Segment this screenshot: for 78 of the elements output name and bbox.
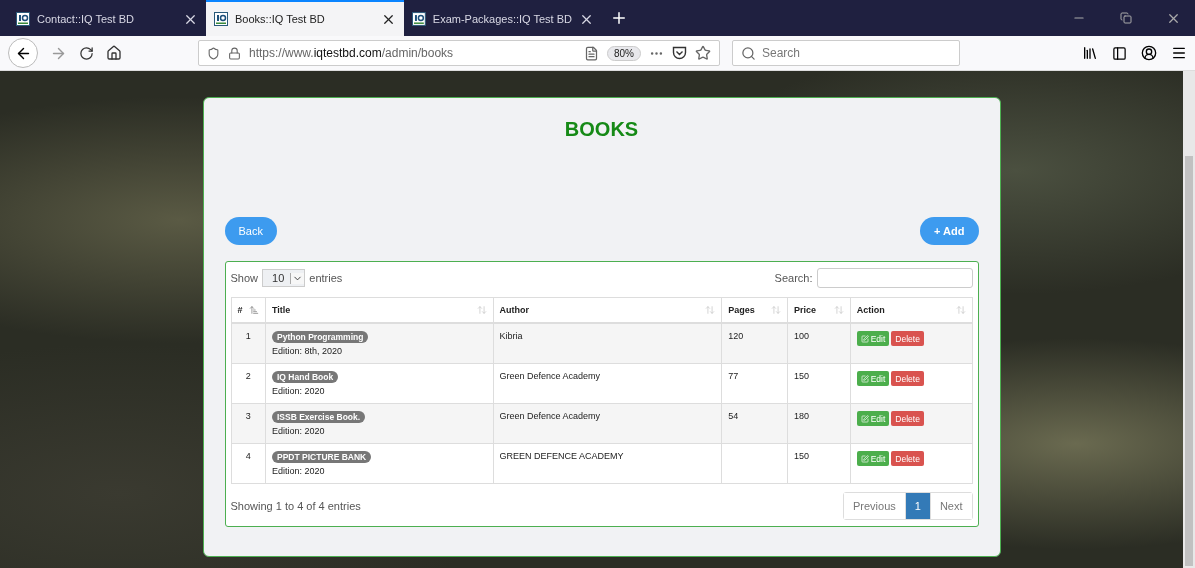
edition-text: Edition: 8th, 2020 xyxy=(272,346,344,356)
browser-tab[interactable]: Books::IQ Test BD xyxy=(206,0,404,36)
reload-icon[interactable] xyxy=(79,45,94,61)
entries-label: entries xyxy=(309,272,343,284)
reader-view-icon[interactable] xyxy=(584,45,599,61)
edit-button[interactable]: Edit xyxy=(856,331,890,346)
address-bar[interactable]: https://www.iqtestbd.com/admin/books 80% xyxy=(198,40,720,66)
table-cell: 3 xyxy=(231,403,266,444)
site-logo-icon xyxy=(214,12,228,26)
table-cell: 54 xyxy=(721,403,788,444)
shield-icon xyxy=(207,46,220,60)
title-badge: IQ Hand Book xyxy=(272,371,339,383)
sort-ascending-icon xyxy=(249,305,259,315)
table-cell: Kibria xyxy=(493,323,722,364)
search-label: Search: xyxy=(774,272,813,284)
add-button[interactable]: + Add xyxy=(920,217,979,245)
table-cell: 150 xyxy=(787,363,851,404)
title-badge: Python Programming xyxy=(272,331,369,343)
library-icon[interactable] xyxy=(1082,45,1098,61)
site-logo-icon xyxy=(16,12,30,26)
table-cell: Green Defence Academy xyxy=(493,403,722,444)
account-icon[interactable] xyxy=(1141,45,1157,61)
delete-button[interactable]: Delete xyxy=(891,451,924,466)
pocket-icon[interactable] xyxy=(672,46,687,60)
title-badge: PPDT PICTURE BANK xyxy=(272,451,372,463)
search-field[interactable]: Search xyxy=(732,40,960,66)
title-badge: ISSB Exercise Book. xyxy=(272,411,366,423)
table-cell: 4 xyxy=(231,443,266,484)
edit-button[interactable]: Edit xyxy=(856,451,890,466)
page-heading: BOOKS xyxy=(564,118,639,141)
lock-icon xyxy=(228,46,241,60)
edit-icon xyxy=(860,454,869,463)
table-cell: 2 xyxy=(231,363,266,404)
scrollbar[interactable] xyxy=(1183,71,1195,568)
table-cell: 100 xyxy=(787,323,851,364)
table-cell: GREEN DEFENCE ACADEMY xyxy=(493,443,722,484)
show-label: Show xyxy=(230,272,259,284)
pagination-button[interactable]: 1 xyxy=(904,493,930,519)
edit-button[interactable]: Edit xyxy=(856,371,890,386)
back-button[interactable] xyxy=(8,38,38,68)
menu-icon[interactable] xyxy=(1171,45,1187,61)
edit-button[interactable]: Edit xyxy=(856,411,890,426)
delete-button[interactable]: Delete xyxy=(891,331,924,346)
delete-button[interactable]: Delete xyxy=(891,371,924,386)
site-logo-icon xyxy=(412,12,426,26)
sort-icon xyxy=(476,305,487,315)
table-cell xyxy=(721,443,788,484)
table-cell: Green Defence Academy xyxy=(493,363,722,404)
table-cell: 180 xyxy=(787,403,851,444)
table-cell: 77 xyxy=(721,363,788,404)
sort-icon xyxy=(955,305,966,315)
table-cell: 120 xyxy=(721,323,788,364)
pagination-button[interactable]: Next xyxy=(929,493,972,519)
edition-text: Edition: 2020 xyxy=(272,386,326,396)
home-icon[interactable] xyxy=(106,45,122,61)
star-icon[interactable] xyxy=(695,45,711,61)
search-icon xyxy=(741,45,756,61)
table-cell: 150 xyxy=(787,443,851,484)
browser-tab[interactable]: Exam-Packages::IQ Test BD xyxy=(404,0,602,36)
sort-icon xyxy=(833,305,844,315)
zoom-level[interactable]: 80% xyxy=(607,45,641,61)
edit-icon xyxy=(860,334,869,343)
edit-icon xyxy=(860,414,869,423)
browser-tab[interactable]: Contact::IQ Test BD xyxy=(8,0,206,36)
edition-text: Edition: 2020 xyxy=(272,426,326,436)
new-tab-icon[interactable] xyxy=(610,9,628,27)
delete-button[interactable]: Delete xyxy=(891,411,924,426)
table-info: Showing 1 to 4 of 4 entries xyxy=(230,500,361,512)
sort-icon xyxy=(705,305,716,315)
sort-icon xyxy=(771,305,782,315)
edition-text: Edition: 2020 xyxy=(272,466,326,476)
sidebar-icon[interactable] xyxy=(1112,45,1127,61)
restore-icon[interactable] xyxy=(1120,12,1132,24)
edit-icon xyxy=(860,374,869,383)
table-search-field[interactable] xyxy=(816,268,973,288)
back-button[interactable]: Back xyxy=(224,217,277,245)
page-length-select[interactable]: 10 xyxy=(262,269,306,287)
table-cell: 1 xyxy=(231,323,266,364)
